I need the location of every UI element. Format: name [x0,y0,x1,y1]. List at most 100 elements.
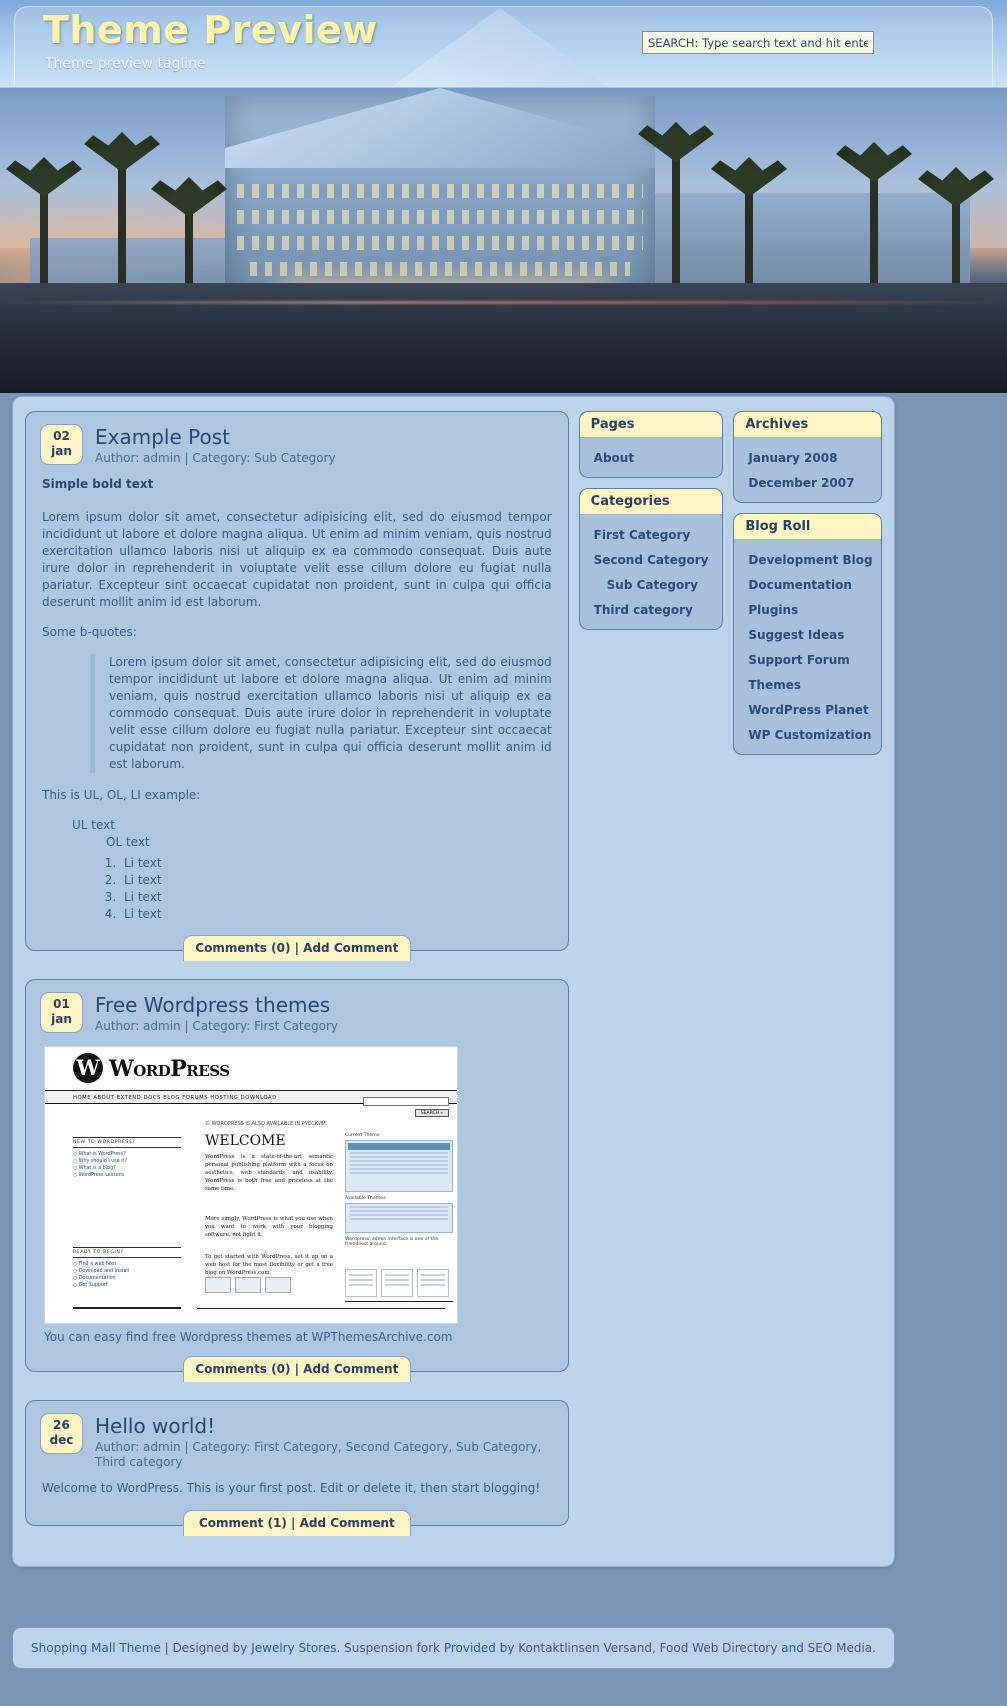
wordpress-card [265,1277,291,1293]
search-input[interactable] [642,31,874,54]
comments-bar[interactable]: Comment (1) | Add Comment [182,1510,411,1536]
comments-bar[interactable]: Comments (0) | Add Comment [182,935,411,961]
footer-link-provided-by[interactable]: Provided by [444,1641,515,1655]
footer-link-shopping-mall-theme[interactable]: Shopping Mall Theme [31,1641,161,1655]
wordpress-paragraph-3: To get started with WordPress, set it up… [205,1254,333,1276]
post-title[interactable]: Hello world! [95,1414,554,1438]
sidebar-link-development-blog[interactable]: Development Blog [748,553,872,567]
list-item: About [580,444,723,469]
site-header: Theme Preview Theme preview tagline [0,0,1007,88]
wordpress-left-heading-2: READY TO BEGIN? [73,1247,181,1258]
sidebar-link-january-2008[interactable]: January 2008 [748,451,837,465]
sidebar-link-december-2007[interactable]: December 2007 [748,476,854,490]
wordpress-left-link: ○ Download and Install [73,1269,130,1274]
wordpress-admin-caption: Wordpress' admin interface is one of the… [345,1237,439,1247]
post-date-badge: 26 dec [40,1413,83,1454]
footer-part: | Designed by [160,1641,252,1655]
widget-list: About [580,438,723,477]
widget-list: January 2008 December 2007 [734,438,881,502]
sidebar-link-support-forum[interactable]: Support Forum [748,653,849,667]
widget-list: First Category Second Category Sub Categ… [580,515,723,629]
list-item: OL text [106,835,150,849]
post-date-day: 02 [53,429,70,443]
widget-blog-roll: Blog Roll Development Blog Documentation… [733,513,882,755]
widget-archives: Archives January 2008 December 2007 [733,411,882,503]
list-item: WordPress Planet [734,696,881,721]
post-meta: Author: admin | Category: Sub Category [95,451,336,465]
post-header: 26 dec Hello world! Author: admin | Cate… [40,1413,554,1470]
sidebar-link-second-category[interactable]: Second Category [594,553,709,567]
wordpress-left-link: ○ WordPress Lessons [73,1173,125,1178]
wordpress-current-theme-label: Current Theme [345,1133,380,1138]
wordpress-left-link: ○ Find a web host [73,1262,117,1267]
footer-link-jewelry-stores[interactable]: Jewelry Stores [251,1641,336,1655]
post-body: W WordPress HOME ABOUT EXTEND DOCS BLOG … [40,1034,554,1344]
widget-title: Archives [734,412,881,438]
list-item: Suggest Ideas [734,621,881,646]
wordpress-card [235,1277,261,1293]
list-item: Second Category [580,546,723,571]
wordpress-theme-list [345,1203,453,1233]
header-hero-image [0,88,1007,393]
list-item: Plugins [734,596,881,621]
list-item: January 2008 [734,444,881,469]
post-date-badge: 01 jan [40,992,83,1033]
post-body: Simple bold text Lorem ipsum dolor sit a… [40,466,554,923]
wordpress-theme-thumb [381,1269,413,1297]
widget-title: Categories [579,489,723,515]
list-item: Third category [580,596,723,621]
wordpress-left-heading-1: NEW TO WORDPRESS? [73,1137,181,1148]
list-item: Support Forum [734,646,881,671]
list-item: WP Customization [734,721,881,746]
widget-title: Pages [579,412,723,438]
wordpress-paragraph-1: WordPress is a state-of-the-art semantic… [205,1154,333,1192]
post-date-badge: 02 jan [40,424,83,465]
widget-categories: Categories First Category Second Categor… [578,488,724,630]
footer-part: Kontaktlinsen Versand, Food Web Director… [514,1641,782,1655]
sidebar-link-documentation[interactable]: Documentation [748,578,852,592]
sidebar-link-plugins[interactable]: Plugins [748,603,798,617]
sidebar-link-third-category[interactable]: Third category [594,603,693,617]
sidebar-right: Archives January 2008 December 2007 Blog… [733,411,882,765]
post-example-post: 02 jan Example Post Author: admin | Cate… [25,411,569,961]
header-roof-decoration [390,8,610,87]
post-blockquote-text: Lorem ipsum dolor sit amet, consectetur … [109,655,552,771]
list-item: Documentation [734,571,881,596]
wordpress-wordmark: WordPress [109,1056,230,1082]
sidebar-link-wp-customization[interactable]: WP Customization [748,728,871,742]
post-title[interactable]: Free Wordpress themes [95,993,338,1017]
comments-bar[interactable]: Comments (0) | Add Comment [182,1356,411,1382]
sidebar-left: Pages About Categories First Category Se… [578,411,724,640]
post-paragraph-1: Lorem ipsum dolor sit amet, consectetur … [42,510,552,609]
site-title: Theme Preview [43,8,378,52]
site-tagline: Theme preview tagline [45,56,206,72]
footer-link-and[interactable]: and [781,1641,804,1655]
post-meta: Author: admin | Category: First Category [95,1019,338,1033]
sidebar-link-wordpress-planet[interactable]: WordPress Planet [748,703,868,717]
post-date-day: 01 [53,997,70,1011]
list-item: Li text [120,906,552,923]
sidebar-link-suggest-ideas[interactable]: Suggest Ideas [748,628,844,642]
post-free-wordpress-themes: 01 jan Free Wordpress themes Author: adm… [25,979,569,1382]
footer-part: SEO Media. [803,1641,876,1655]
wordpress-admin-preview [345,1140,453,1192]
wordpress-left-link: ○ Documentation [73,1276,116,1281]
post-quote-intro: Some b-quotes: [42,625,137,639]
post-header: 01 jan Free Wordpress themes Author: adm… [40,992,554,1034]
sidebar-link-about[interactable]: About [594,451,634,465]
post-title[interactable]: Example Post [95,425,336,449]
post-paragraph-1: Welcome to WordPress. This is your first… [42,1481,541,1495]
widget-list: Development Blog Documentation Plugins S… [734,540,881,754]
sidebar-link-first-category[interactable]: First Category [594,528,691,542]
post-blockquote: Lorem ipsum dolor sit amet, consectetur … [90,654,552,773]
content-wrapper: 02 jan Example Post Author: admin | Cate… [12,396,895,1567]
widget-title: Blog Roll [734,514,881,540]
post-body: Welcome to WordPress. This is your first… [40,1470,554,1497]
sidebar-link-sub-category[interactable]: Sub Category [607,578,698,592]
post-list-intro: This is UL, OL, LI example: [42,788,201,802]
list-item: December 2007 [734,469,881,494]
post-lead-text: Simple bold text [42,477,154,491]
sidebar-link-themes[interactable]: Themes [748,678,801,692]
wordpress-left-link: ○ Get Support [73,1283,108,1288]
list-item: Li text [120,855,552,872]
